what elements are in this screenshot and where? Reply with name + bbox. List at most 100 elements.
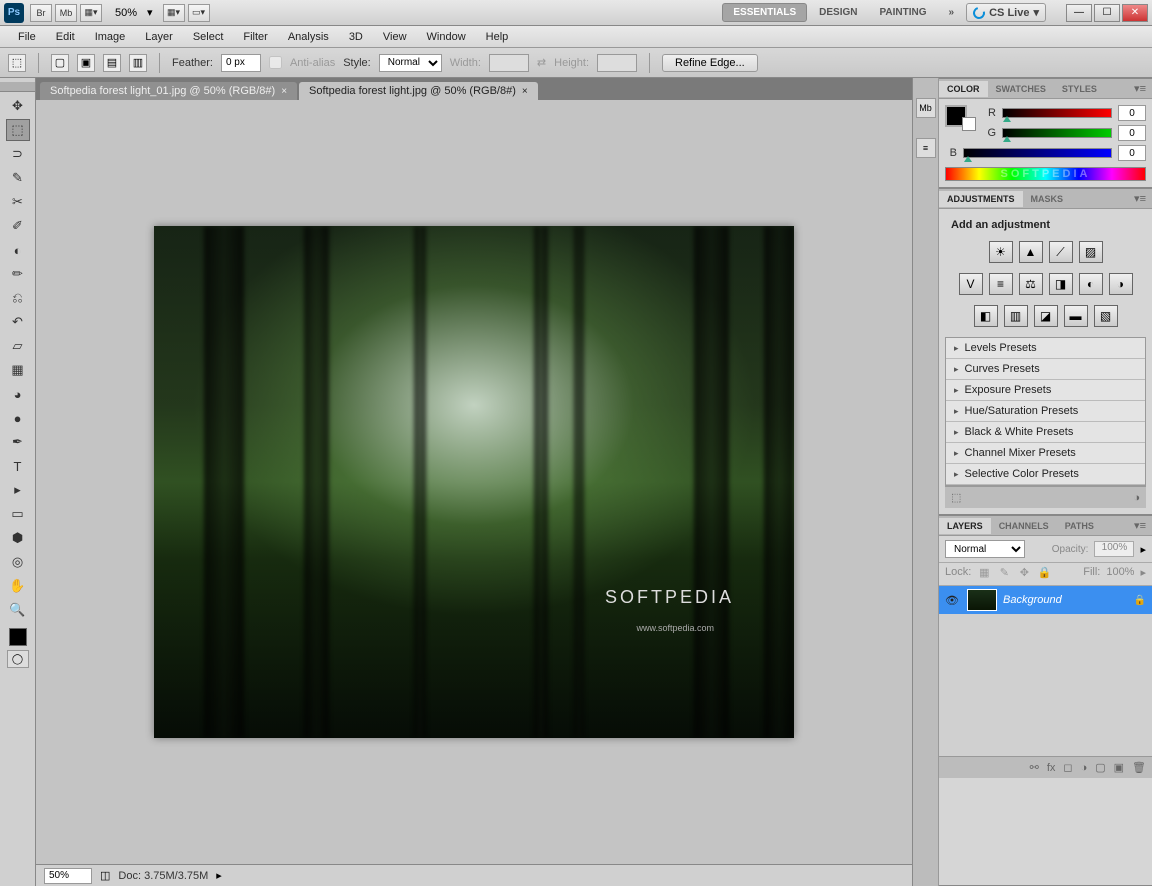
add-selection-icon[interactable]: ▣ xyxy=(77,54,95,72)
delete-layer-icon[interactable]: 🗑 xyxy=(1132,761,1146,774)
preset-exposure[interactable]: Exposure Presets xyxy=(946,380,1145,401)
zoom-tool[interactable]: 🔍 xyxy=(6,599,30,621)
color-swatches[interactable] xyxy=(0,628,35,646)
feather-input[interactable] xyxy=(221,54,261,72)
arrange-documents-button[interactable]: ▦▾ xyxy=(163,4,185,22)
group-icon[interactable]: ▢ xyxy=(1095,761,1105,774)
menu-window[interactable]: Window xyxy=(417,29,476,45)
quick-mask-button[interactable]: ◯ xyxy=(7,650,29,668)
lasso-tool[interactable]: ⊃ xyxy=(6,143,30,165)
workspace-design[interactable]: DESIGN xyxy=(809,4,867,21)
layer-row[interactable]: 👁 Background 🔒 xyxy=(939,586,1152,614)
adjustment-clip-icon[interactable]: ◑ xyxy=(1133,492,1140,504)
pen-tool[interactable]: ✒ xyxy=(6,431,30,453)
history-panel-icon[interactable]: ≡ xyxy=(916,138,936,158)
menu-select[interactable]: Select xyxy=(183,29,234,45)
foreground-color[interactable] xyxy=(9,628,27,646)
exposure-icon[interactable]: ▨ xyxy=(1079,241,1103,263)
path-selection-tool[interactable]: ▸ xyxy=(6,479,30,501)
toolbox-grip[interactable] xyxy=(0,82,35,92)
threshold-icon[interactable]: ◪ xyxy=(1034,305,1058,327)
lock-pixels-icon[interactable]: ✎ xyxy=(997,565,1011,579)
gradient-tool[interactable]: ▦ xyxy=(6,359,30,381)
tab-swatches[interactable]: SWATCHES xyxy=(988,81,1054,97)
r-slider[interactable] xyxy=(1002,108,1112,118)
tab-adjustments[interactable]: ADJUSTMENTS xyxy=(939,191,1023,207)
g-slider[interactable] xyxy=(1002,128,1112,138)
adjustment-layer-icon[interactable]: ◑ xyxy=(1081,762,1088,774)
close-button[interactable]: ✕ xyxy=(1122,4,1148,22)
hand-tool[interactable]: ✋ xyxy=(6,575,30,597)
layer-style-icon[interactable]: fx xyxy=(1047,762,1056,774)
marquee-tool-preset[interactable]: ⬚ xyxy=(8,54,26,72)
panel-menu-icon[interactable]: ▾≡ xyxy=(1128,192,1152,205)
tab-masks[interactable]: MASKS xyxy=(1023,191,1072,207)
healing-brush-tool[interactable]: ◐ xyxy=(6,239,30,261)
selective-color-icon[interactable]: ▧ xyxy=(1094,305,1118,327)
subtract-selection-icon[interactable]: ▤ xyxy=(103,54,121,72)
preset-curves[interactable]: Curves Presets xyxy=(946,359,1145,380)
opacity-value[interactable]: 100% xyxy=(1094,541,1134,557)
b-slider[interactable] xyxy=(963,148,1112,158)
panel-menu-icon[interactable]: ▾≡ xyxy=(1128,519,1152,532)
bridge-button[interactable]: Br xyxy=(30,4,52,22)
lock-position-icon[interactable]: ✥ xyxy=(1017,565,1031,579)
clone-stamp-tool[interactable]: ⎌ xyxy=(6,287,30,309)
link-layers-icon[interactable]: ⚯ xyxy=(1030,761,1039,774)
preset-hue-saturation[interactable]: Hue/Saturation Presets xyxy=(946,401,1145,422)
close-tab-icon[interactable]: × xyxy=(522,86,528,97)
workspace-painting[interactable]: PAINTING xyxy=(870,4,937,21)
3d-tool[interactable]: ⬢ xyxy=(6,527,30,549)
adjustment-expand-icon[interactable]: ⬚ xyxy=(951,491,961,504)
type-tool[interactable]: T xyxy=(6,455,30,477)
brush-tool[interactable]: ✏ xyxy=(6,263,30,285)
workspace-essentials[interactable]: ESSENTIALS xyxy=(722,3,807,22)
menu-layer[interactable]: Layer xyxy=(135,29,183,45)
tab-color[interactable]: COLOR xyxy=(939,81,988,97)
minimize-button[interactable]: — xyxy=(1066,4,1092,22)
fill-value[interactable]: 100% xyxy=(1106,566,1134,578)
layer-thumbnail[interactable] xyxy=(967,589,997,611)
intersect-selection-icon[interactable]: ▥ xyxy=(129,54,147,72)
tab-styles[interactable]: STYLES xyxy=(1054,81,1105,97)
screen-mode-button[interactable]: ▭▾ xyxy=(188,4,210,22)
zoom-level[interactable]: 50% xyxy=(115,7,137,19)
color-spectrum[interactable]: SOFTPEDIA xyxy=(945,167,1146,181)
layer-name[interactable]: Background xyxy=(1003,594,1128,606)
menu-file[interactable]: File xyxy=(8,29,46,45)
menu-edit[interactable]: Edit xyxy=(46,29,85,45)
lock-all-icon[interactable]: 🔒 xyxy=(1037,565,1051,579)
view-extras-button[interactable]: ▦▾ xyxy=(80,4,102,22)
background-swatch[interactable] xyxy=(962,117,976,131)
curves-icon[interactable]: ⟋ xyxy=(1049,241,1073,263)
fill-arrow[interactable]: ▸ xyxy=(1140,566,1146,579)
visibility-icon[interactable]: 👁 xyxy=(945,594,961,607)
vibrance-icon[interactable]: V xyxy=(959,273,983,295)
menu-analysis[interactable]: Analysis xyxy=(278,29,339,45)
status-nav-icon[interactable]: ◫ xyxy=(100,869,110,882)
brightness-contrast-icon[interactable]: ☀ xyxy=(989,241,1013,263)
eraser-tool[interactable]: ▱ xyxy=(6,335,30,357)
color-balance-icon[interactable]: ⚖ xyxy=(1019,273,1043,295)
tab-channels[interactable]: CHANNELS xyxy=(991,518,1057,534)
g-value[interactable] xyxy=(1118,125,1146,141)
blend-mode-select[interactable]: Normal xyxy=(945,540,1025,558)
style-select[interactable]: Normal xyxy=(379,54,442,72)
menu-3d[interactable]: 3D xyxy=(339,29,373,45)
crop-tool[interactable]: ✂ xyxy=(6,191,30,213)
tab-paths[interactable]: PATHS xyxy=(1057,518,1102,534)
history-brush-tool[interactable]: ↶ xyxy=(6,311,30,333)
tab-layers[interactable]: LAYERS xyxy=(939,518,991,534)
new-layer-icon[interactable]: ▣ xyxy=(1114,761,1124,774)
lock-transparency-icon[interactable]: ▦ xyxy=(977,565,991,579)
preset-selective-color[interactable]: Selective Color Presets xyxy=(946,464,1145,485)
preset-levels[interactable]: Levels Presets xyxy=(946,338,1145,359)
status-menu-arrow[interactable]: ▸ xyxy=(216,869,222,882)
panel-menu-icon[interactable]: ▾≡ xyxy=(1128,82,1152,95)
canvas-viewport[interactable]: SOFTPEDIA www.softpedia.com xyxy=(36,100,912,864)
posterize-icon[interactable]: ▥ xyxy=(1004,305,1028,327)
r-value[interactable] xyxy=(1118,105,1146,121)
b-value[interactable] xyxy=(1118,145,1146,161)
menu-view[interactable]: View xyxy=(373,29,417,45)
shape-tool[interactable]: ▭ xyxy=(6,503,30,525)
